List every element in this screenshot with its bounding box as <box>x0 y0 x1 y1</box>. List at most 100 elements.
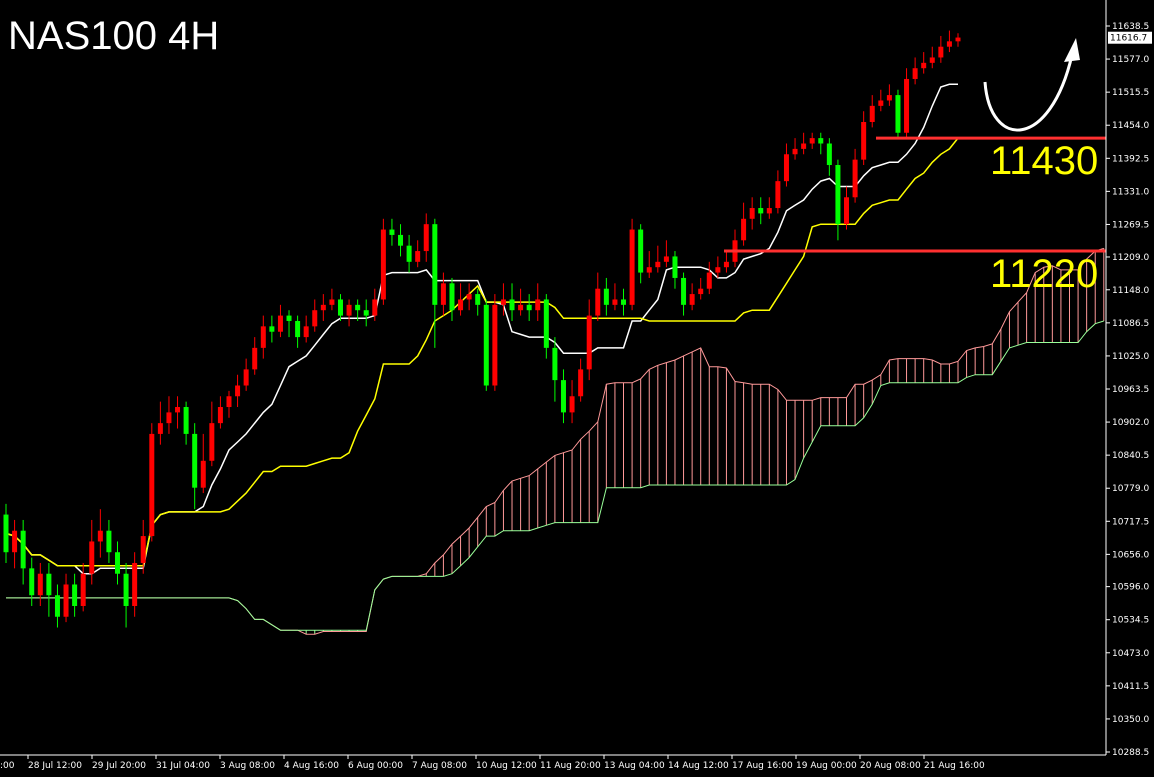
candle-body <box>449 283 455 311</box>
x-tick-label: 6 Aug 00:00 <box>348 761 403 771</box>
chart-area: 1143011220 11638.511577.011515.511454.01… <box>0 0 1152 771</box>
level-lines: 11430 11220 <box>724 136 1106 296</box>
candle-body <box>72 584 78 606</box>
candle-body <box>20 530 26 569</box>
candle-body <box>423 224 429 252</box>
candle-body <box>895 95 901 133</box>
candle-body <box>200 460 206 488</box>
candle-body <box>904 78 910 133</box>
candle-body <box>54 595 60 617</box>
y-tick-label: 11331.0 <box>1112 187 1149 197</box>
candle-body <box>809 138 815 144</box>
x-tick-label: 28 Jul 12:00 <box>28 761 82 771</box>
candle-body <box>63 584 69 617</box>
candle-body <box>243 369 249 386</box>
candle-body <box>698 288 704 295</box>
x-tick-label: 31 Jul 04:00 <box>156 761 210 771</box>
candle-body <box>475 294 481 305</box>
candle-body <box>792 148 798 155</box>
candle-body <box>260 326 266 348</box>
candle-body <box>46 573 52 596</box>
candle-body <box>398 234 404 246</box>
y-tick-label: 11086.5 <box>1112 319 1149 329</box>
y-tick-label: 10717.5 <box>1112 517 1149 527</box>
candle-body <box>938 46 944 58</box>
x-tick-label: 19 Aug 00:00 <box>796 761 857 771</box>
x-tick-label: 10 Aug 12:00 <box>476 761 537 771</box>
candle-body <box>355 304 361 311</box>
candle-body <box>175 407 181 413</box>
y-tick-label: 11025.0 <box>1112 352 1149 362</box>
x-tick-label: 3 Aug 08:00 <box>220 761 275 771</box>
candle-body <box>801 143 807 149</box>
candle-body <box>818 138 824 144</box>
x-tick-label: 21 Aug 16:00 <box>924 761 985 771</box>
candle-body <box>337 299 343 316</box>
candle-body <box>681 277 687 305</box>
y-tick-label: 10534.5 <box>1112 616 1149 626</box>
candle-body <box>655 261 661 268</box>
candle-body <box>269 326 275 332</box>
candle-body <box>235 385 241 397</box>
candle-body <box>466 294 472 300</box>
candle-body <box>183 407 189 434</box>
candle-body <box>921 62 927 69</box>
candle-body <box>363 310 369 316</box>
y-tick-label: 11392.5 <box>1112 154 1149 164</box>
candle-body <box>663 256 669 262</box>
candle-body <box>3 514 9 553</box>
level-label: 11430 <box>990 139 1098 183</box>
candle-body <box>758 208 764 214</box>
chart-title: NAS100 4H <box>8 14 220 58</box>
candle-body <box>826 143 832 166</box>
candle-body <box>209 423 215 461</box>
candle-body <box>526 304 532 311</box>
arrow-head-icon <box>1064 38 1080 62</box>
x-tick-label: 14 Aug 12:00 <box>668 761 729 771</box>
candle-body <box>166 412 172 424</box>
candle-body <box>415 251 421 262</box>
candle-body <box>861 121 867 160</box>
candle-body <box>389 229 395 235</box>
candle-body <box>286 315 292 321</box>
x-tick-label: 13 Aug 04:00 <box>604 761 665 771</box>
candle-body <box>303 326 309 338</box>
candle-body <box>380 229 386 300</box>
y-tick-label: 10350.0 <box>1112 715 1149 725</box>
candle-body <box>560 380 566 413</box>
x-tick-label: 7 Aug 08:00 <box>412 761 467 771</box>
candle-body <box>157 423 163 434</box>
candle-body <box>440 283 446 305</box>
candle-body <box>312 310 318 327</box>
ichimoku-cloud <box>6 247 1105 635</box>
x-tick-label: 11 Aug 20:00 <box>540 761 601 771</box>
x-tick-label: :00 <box>0 761 15 771</box>
x-tick-label: 29 Jul 20:00 <box>92 761 146 771</box>
candle-body <box>595 288 601 316</box>
candle-body <box>929 57 935 63</box>
kijun-line <box>5 137 959 567</box>
candle-body <box>114 552 120 574</box>
candle-body <box>621 299 627 305</box>
candle-body <box>552 347 558 381</box>
annotation-layer <box>983 38 1080 132</box>
candle-body <box>612 299 618 305</box>
x-axis-ticks: :00 28 Jul 12:00 29 Jul 20:00 31 Jul 04:00 3… <box>0 755 985 771</box>
candle-body <box>500 299 506 305</box>
candle-body <box>835 165 841 225</box>
curved-arrow-up-icon <box>983 54 1074 132</box>
x-tick-label: 17 Aug 16:00 <box>732 761 793 771</box>
candle-body <box>672 256 678 278</box>
y-tick-label: 10902.0 <box>1112 418 1149 428</box>
candle-body <box>89 541 95 574</box>
y-tick-label: 10656.0 <box>1112 550 1149 560</box>
candle-body <box>638 229 644 273</box>
y-tick-label: 11515.5 <box>1112 88 1149 98</box>
candle-body <box>97 530 103 542</box>
candle-body <box>12 530 18 553</box>
candle-body <box>149 433 155 537</box>
indicator-lines <box>5 83 959 575</box>
candle-body <box>535 299 541 311</box>
candle-body <box>123 573 129 606</box>
tenkan-line <box>5 83 958 575</box>
